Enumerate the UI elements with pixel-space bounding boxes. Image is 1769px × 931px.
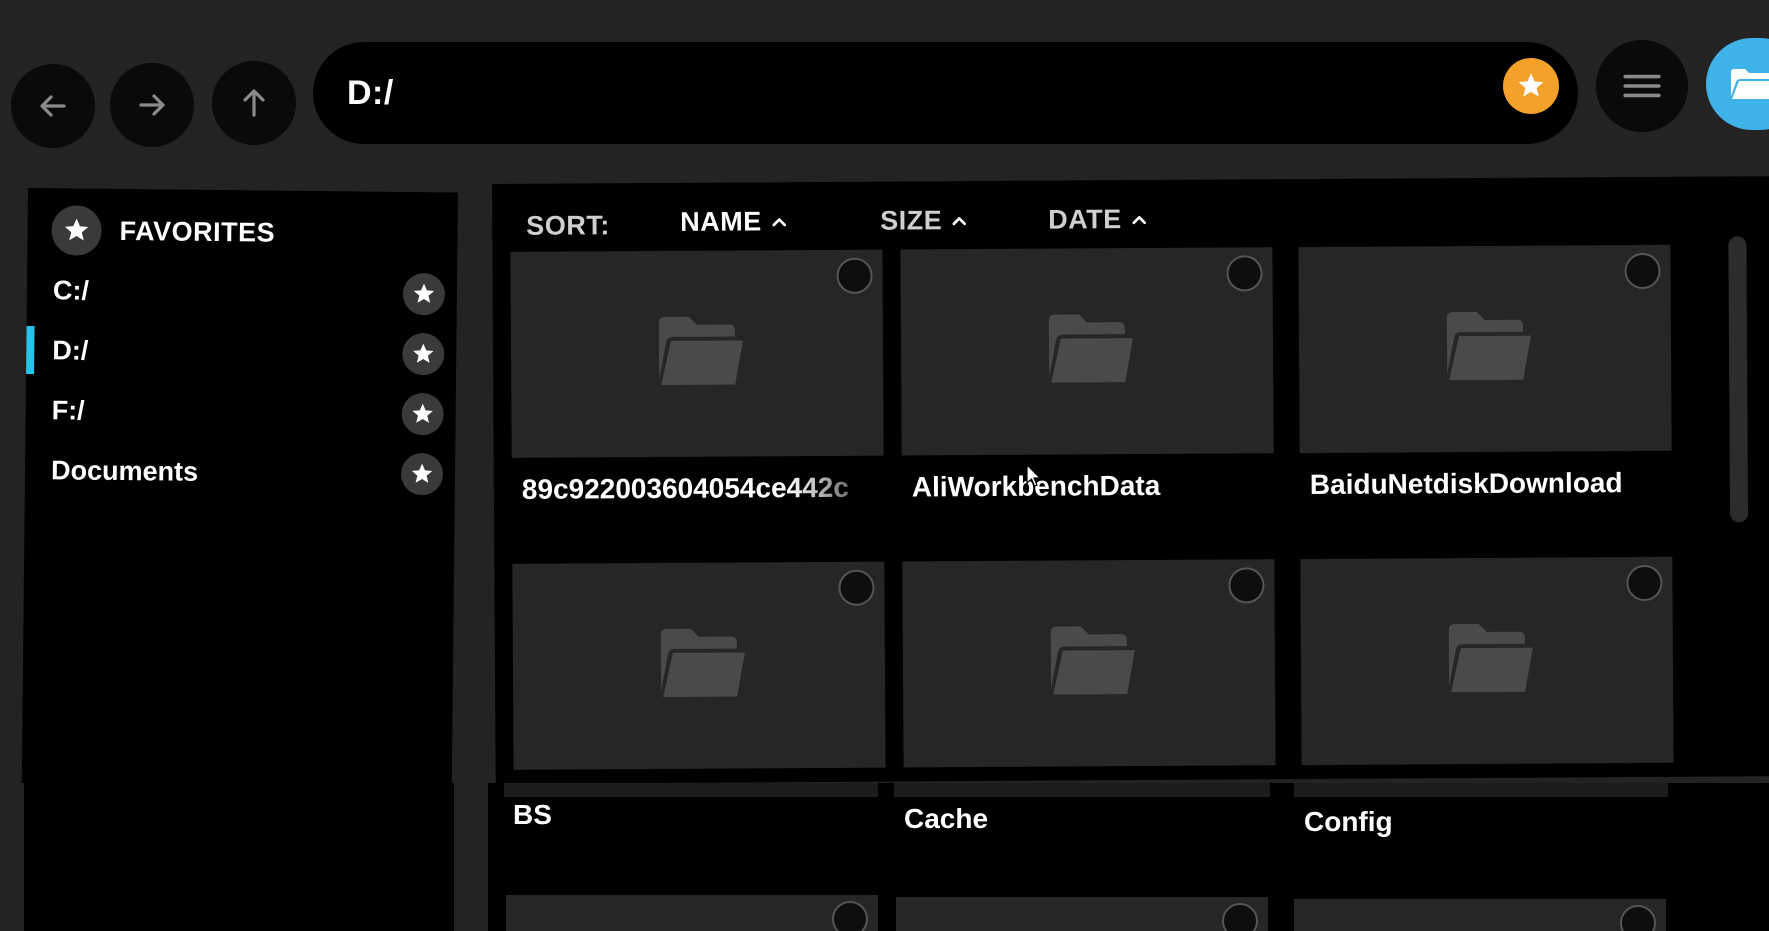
folder-name[interactable]: AliWorkbenchData xyxy=(912,469,1284,503)
up-button[interactable] xyxy=(212,61,296,145)
tile-edge xyxy=(504,783,878,797)
favorites-sidebar: FAVORITES C:/ D:/ F:/ Documents xyxy=(21,188,458,788)
sidebar-lower-panel xyxy=(24,783,454,931)
folder-tile-partial[interactable] xyxy=(506,895,878,931)
chevron-up-icon xyxy=(952,216,967,225)
tile-edge xyxy=(894,783,1270,797)
folder-name[interactable]: BS xyxy=(513,799,885,831)
sort-by-date-button[interactable]: DATE xyxy=(1048,204,1148,236)
sort-name-label: NAME xyxy=(680,206,762,237)
folder-content-panel: SORT: NAME SIZE DATE 89c922003604054ce44… xyxy=(492,176,1769,784)
sidebar-item-d-drive[interactable]: D:/ xyxy=(26,322,457,382)
folder-tile-partial[interactable] xyxy=(1294,899,1666,931)
select-checkbox[interactable] xyxy=(1626,564,1663,602)
tile-edge xyxy=(1294,783,1668,797)
back-button[interactable] xyxy=(11,64,95,148)
favorite-star-button[interactable] xyxy=(400,452,444,496)
star-icon xyxy=(413,343,434,363)
arrow-left-icon xyxy=(40,95,66,117)
star-icon xyxy=(51,205,102,256)
sort-by-name-button[interactable]: NAME xyxy=(680,206,788,238)
file-explorer-window: D:/ FAVORITES C:/ D:/ F:/ Documents SORT… xyxy=(0,0,1769,931)
star-icon xyxy=(412,403,433,423)
folder-icon xyxy=(1048,314,1133,383)
sort-date-label: DATE xyxy=(1048,204,1122,235)
favorite-star-button[interactable] xyxy=(401,392,444,436)
folder-tile-baidunetdiskdownload[interactable] xyxy=(1298,244,1672,454)
hamburger-menu-icon xyxy=(1623,74,1661,98)
folder-name[interactable]: BaiduNetdiskDownload xyxy=(1310,467,1682,501)
sidebar-item-label: D:/ xyxy=(52,334,89,366)
active-indicator xyxy=(26,325,35,375)
folder-tile-aliworkbenchdata[interactable] xyxy=(900,247,1274,456)
sort-size-label: SIZE xyxy=(880,205,943,236)
chevron-up-icon xyxy=(772,217,786,226)
sidebar-item-label: Documents xyxy=(50,454,199,487)
sort-bar: SORT: xyxy=(526,205,610,246)
favorites-title: FAVORITES xyxy=(119,215,276,248)
arrow-up-icon xyxy=(243,89,265,117)
forward-button[interactable] xyxy=(110,63,194,147)
favorite-star-button[interactable] xyxy=(402,332,445,376)
folder-tile-partial[interactable] xyxy=(896,897,1268,931)
sidebar-item-label: C:/ xyxy=(52,274,90,306)
open-folder-button[interactable] xyxy=(1706,38,1769,130)
add-favorite-button[interactable] xyxy=(1503,58,1559,114)
favorites-header: FAVORITES xyxy=(51,205,275,257)
select-checkbox[interactable] xyxy=(836,257,873,294)
select-checkbox[interactable] xyxy=(832,901,868,931)
folder-open-icon xyxy=(1731,69,1769,99)
folder-icon xyxy=(658,316,743,385)
chevron-up-icon xyxy=(1131,215,1146,224)
sidebar-item-c-drive[interactable]: C:/ xyxy=(27,262,458,322)
folder-tile-cache[interactable] xyxy=(902,559,1276,768)
star-icon xyxy=(413,283,435,303)
folder-name[interactable]: 89c922003604054ce442c xyxy=(522,472,894,506)
sort-by-size-button[interactable]: SIZE xyxy=(880,205,968,237)
folder-icon xyxy=(1448,623,1533,693)
favorite-star-button[interactable] xyxy=(402,272,446,316)
folder-name[interactable]: Config xyxy=(1304,806,1676,838)
sort-label: SORT: xyxy=(526,209,610,241)
sidebar-item-documents[interactable]: Documents xyxy=(25,442,456,502)
select-checkbox[interactable] xyxy=(1228,567,1265,604)
sidebar-item-label: F:/ xyxy=(51,394,85,426)
mouse-cursor-icon xyxy=(1026,464,1042,487)
folder-tile-config[interactable] xyxy=(1300,556,1674,766)
star-icon xyxy=(411,463,433,483)
folder-tile-89c922003604054ce442c[interactable] xyxy=(510,249,884,458)
folder-icon xyxy=(1446,311,1531,381)
folder-tile-bs[interactable] xyxy=(512,561,886,770)
address-text[interactable]: D:/ xyxy=(347,74,394,113)
select-checkbox[interactable] xyxy=(838,569,875,606)
folder-name[interactable]: Cache xyxy=(904,803,1276,835)
folder-content-panel-lower: BS Cache Config xyxy=(488,783,1769,931)
address-bar[interactable]: D:/ xyxy=(313,42,1578,144)
sidebar-item-f-drive[interactable]: F:/ xyxy=(25,382,456,442)
star-icon xyxy=(1518,73,1544,97)
menu-button[interactable] xyxy=(1596,40,1688,132)
folder-icon xyxy=(660,628,745,697)
select-checkbox[interactable] xyxy=(1624,252,1661,290)
select-checkbox[interactable] xyxy=(1620,905,1656,931)
folder-icon xyxy=(1050,626,1135,695)
vertical-scrollbar[interactable] xyxy=(1728,236,1749,523)
select-checkbox[interactable] xyxy=(1226,255,1263,292)
arrow-right-icon xyxy=(139,94,165,116)
select-checkbox[interactable] xyxy=(1222,903,1258,931)
